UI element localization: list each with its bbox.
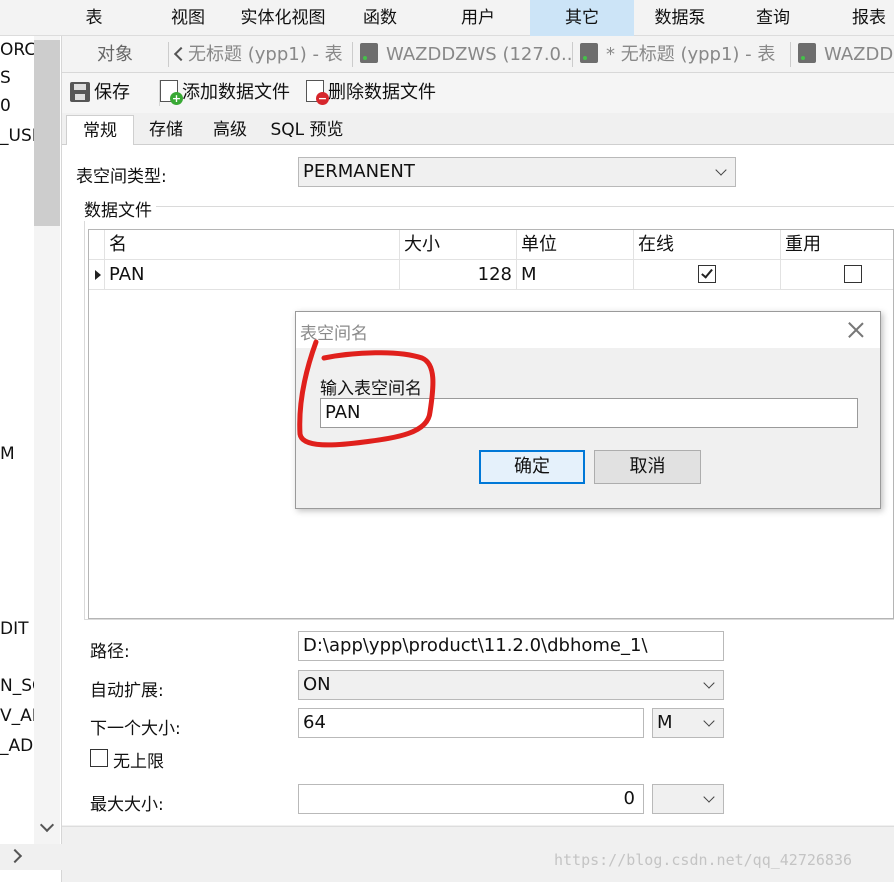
- cancel-button[interactable]: 取消: [594, 450, 701, 484]
- delete-file-icon: −: [306, 80, 329, 105]
- autoextend-label: 自动扩展:: [90, 681, 164, 701]
- tablespace-type-label: 表空间类型:: [76, 167, 167, 187]
- datafile-online-cell[interactable]: [634, 260, 781, 290]
- tab-divider: [572, 42, 573, 67]
- autoextend-value: ON: [303, 674, 331, 695]
- tree-node[interactable]: ORC: [0, 40, 36, 60]
- tab-divider: [790, 42, 791, 67]
- chevron-left-icon[interactable]: [172, 36, 186, 73]
- tab-label: * 无标题 (ypp1) - 表: [606, 44, 776, 65]
- tree-node[interactable]: _AD: [0, 736, 33, 756]
- checkmark-icon: [701, 266, 713, 279]
- tab-wazdd[interactable]: WAZDD: [798, 36, 894, 73]
- datafiles-group-label: 数据文件: [84, 196, 156, 221]
- online-checkbox[interactable]: [698, 265, 716, 283]
- delete-datafile-button[interactable]: − 删除数据文件: [306, 79, 436, 107]
- tree-node[interactable]: S: [0, 68, 11, 88]
- menu-table[interactable]: 表: [74, 0, 114, 36]
- delete-datafile-label: 删除数据文件: [328, 82, 436, 103]
- watermark: https://blog.csdn.net/qq_42726836: [554, 851, 853, 869]
- chevron-down-icon: [703, 715, 715, 727]
- menu-data-pump[interactable]: 数据泵: [648, 0, 712, 36]
- max-size-label: 最大大小:: [90, 795, 164, 815]
- object-tree[interactable]: ORC S 0 _USE M DIT N_SC V_AD _AD: [0, 36, 62, 882]
- tablespace-type-select[interactable]: PERMANENT: [298, 157, 736, 187]
- menu-view[interactable]: 视图: [160, 0, 216, 36]
- datafile-name-cell[interactable]: PAN: [105, 260, 400, 290]
- database-icon: [360, 43, 378, 63]
- tab-wazddzws[interactable]: WAZDDZWS (127.0...: [360, 36, 572, 73]
- column-header-size[interactable]: 大小: [400, 230, 517, 260]
- autoextend-select[interactable]: ON: [298, 670, 724, 700]
- close-icon[interactable]: [846, 320, 866, 340]
- tree-horizontal-scrollbar[interactable]: [0, 844, 62, 870]
- tab-sql-preview[interactable]: SQL 预览: [262, 115, 352, 145]
- save-icon: [70, 82, 90, 102]
- chevron-down-icon: [715, 164, 727, 176]
- toolbar: 保存 + 添加数据文件 − 删除数据文件: [62, 73, 894, 113]
- red-annotation-circle: [297, 339, 436, 448]
- property-tabs: 常规 存储 高级 SQL 预览: [62, 113, 894, 146]
- menu-report[interactable]: 报表: [844, 0, 894, 36]
- tree-node[interactable]: 0: [0, 96, 11, 116]
- reuse-checkbox[interactable]: [844, 265, 862, 283]
- column-header-online[interactable]: 在线: [634, 230, 781, 260]
- tab-objects[interactable]: 对象: [62, 36, 168, 73]
- add-datafile-label: 添加数据文件: [182, 82, 290, 103]
- tab-label: WAZDD: [824, 44, 894, 65]
- chevron-down-icon: [703, 677, 715, 689]
- row-indicator[interactable]: [89, 260, 105, 290]
- add-datafile-button[interactable]: + 添加数据文件: [160, 79, 290, 107]
- tree-scrollbar[interactable]: [34, 36, 60, 848]
- menu-materialized-view[interactable]: 实体化视图: [232, 0, 334, 36]
- tablespace-name-dialog: 表空间名 输入表空间名 PAN 确定 取消: [295, 311, 881, 509]
- menu-bar: 表 视图 实体化视图 函数 用户 其它 数据泵 查询 报表: [0, 0, 894, 36]
- max-size-unit-select[interactable]: [652, 784, 724, 814]
- chevron-right-icon[interactable]: [7, 848, 23, 864]
- tab-untitled-table-1[interactable]: 无标题 (ypp1) - 表: [188, 36, 350, 73]
- tab-divider: [352, 42, 353, 67]
- max-size-input[interactable]: 0: [298, 784, 644, 814]
- datafile-reuse-cell[interactable]: [781, 260, 893, 290]
- column-header-unit[interactable]: 单位: [517, 230, 634, 260]
- path-label: 路径:: [90, 642, 130, 662]
- add-file-icon: +: [160, 80, 183, 105]
- menu-other[interactable]: 其它: [530, 0, 634, 36]
- column-header-name[interactable]: 名: [105, 230, 400, 260]
- save-label: 保存: [94, 82, 130, 103]
- tab-divider: [168, 42, 169, 67]
- tab-untitled-table-2[interactable]: * 无标题 (ypp1) - 表: [580, 36, 788, 73]
- tab-general[interactable]: 常规: [66, 115, 134, 146]
- tab-storage[interactable]: 存储: [134, 115, 198, 145]
- database-icon: [580, 43, 598, 63]
- datafile-unit-cell[interactable]: M: [517, 260, 634, 290]
- database-icon: [798, 43, 816, 63]
- next-size-unit-value: M: [657, 712, 673, 733]
- chevron-down-icon: [703, 791, 715, 803]
- document-tab-strip: 对象 无标题 (ypp1) - 表 WAZDDZWS (127.0... * 无…: [62, 36, 894, 73]
- tab-advanced[interactable]: 高级: [198, 115, 262, 145]
- next-size-unit-select[interactable]: M: [652, 708, 724, 738]
- next-size-input[interactable]: 64: [298, 708, 644, 738]
- save-button[interactable]: 保存: [70, 79, 130, 107]
- grid-corner: [89, 230, 105, 260]
- menu-function[interactable]: 函数: [352, 0, 408, 36]
- column-header-reuse[interactable]: 重用: [781, 230, 893, 260]
- current-row-icon: [95, 270, 101, 280]
- tree-node[interactable]: DIT: [0, 619, 29, 639]
- tab-label: WAZDDZWS (127.0...: [386, 44, 572, 65]
- next-size-label: 下一个大小:: [90, 719, 181, 739]
- tree-node[interactable]: M: [0, 444, 15, 464]
- menu-query[interactable]: 查询: [748, 0, 798, 36]
- tree-scroll-thumb[interactable]: [34, 40, 60, 226]
- datafile-size-cell[interactable]: 128: [400, 260, 517, 290]
- chevron-down-icon[interactable]: [39, 817, 55, 833]
- tablespace-type-value: PERMANENT: [303, 161, 415, 182]
- path-input[interactable]: D:\app\ypp\product\11.2.0\dbhome_1\: [298, 631, 724, 661]
- unlimited-checkbox[interactable]: [90, 749, 108, 767]
- ok-button[interactable]: 确定: [479, 450, 585, 484]
- unlimited-label: 无上限: [113, 752, 164, 772]
- menu-user[interactable]: 用户: [452, 0, 504, 36]
